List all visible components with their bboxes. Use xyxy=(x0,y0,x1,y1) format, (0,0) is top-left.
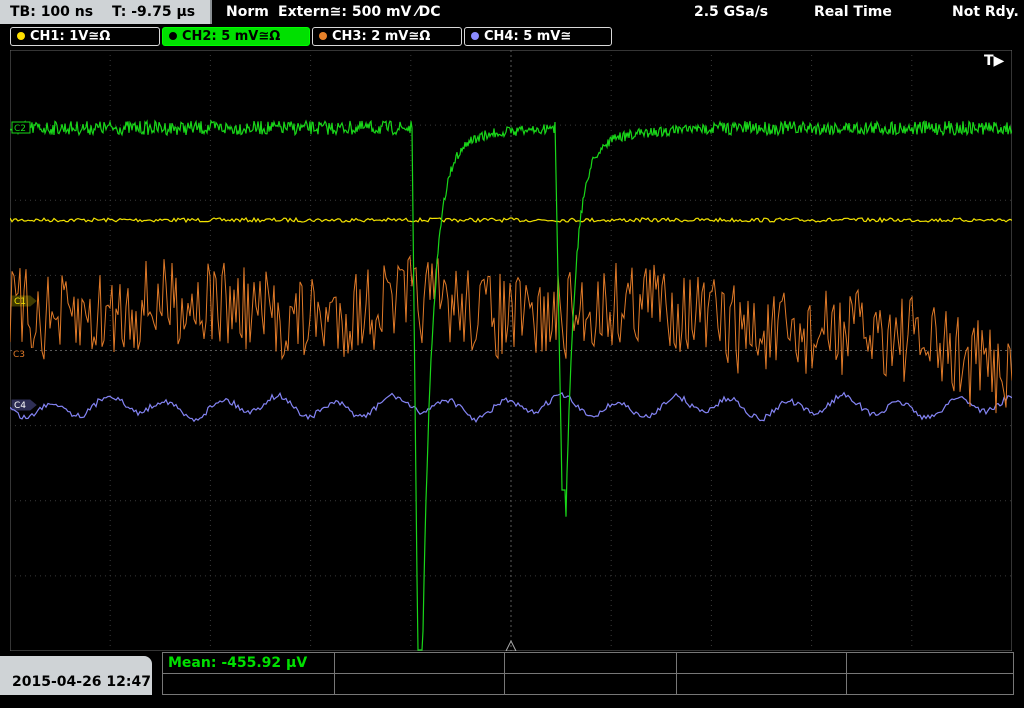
channel-1-label: CH1: 1V≅Ω xyxy=(30,29,111,44)
channel-2-label: CH2: 5 mV≅Ω xyxy=(182,29,281,44)
channel-1-button[interactable]: CH1: 1V≅Ω xyxy=(10,27,160,46)
timebase-value: TB: 100 ns xyxy=(10,4,94,20)
sample-rate: 2.5 GSa/s xyxy=(694,4,769,20)
channel-2-button[interactable]: CH2: 5 mV≅Ω xyxy=(162,27,310,46)
status-bar: TB: 100 ns T: -9.75 µs Norm Extern≅: 500… xyxy=(0,0,1024,25)
measurement-divider xyxy=(334,652,335,695)
channel-row: CH1: 1V≅Ω CH2: 5 mV≅Ω CH3: 2 mV≅Ω CH4: 5… xyxy=(0,25,1024,49)
trigger-mode[interactable]: Norm xyxy=(226,0,269,24)
trigger-source[interactable]: Extern≅: 500 mV ⁄DC xyxy=(278,0,440,24)
channel-4-label: CH4: 5 mV≅ xyxy=(484,29,572,44)
trigger-marker-icon: T▶ xyxy=(984,53,1005,69)
measurement-divider xyxy=(504,652,505,695)
run-status: Not Rdy. xyxy=(952,4,1019,20)
svg-text:C2: C2 xyxy=(14,124,26,134)
channel-4-button[interactable]: CH4: 5 mV≅ xyxy=(464,27,612,46)
trigger-time-value: T: -9.75 µs xyxy=(111,4,196,20)
channel-1-dot-icon xyxy=(17,32,25,40)
channel-2-marker[interactable]: C2 xyxy=(11,121,31,134)
measurement-divider xyxy=(162,673,1014,674)
measurement-mean-value: Mean: -455.92 µV xyxy=(168,655,308,671)
timebase-box[interactable]: TB: 100 ns T: -9.75 µs xyxy=(0,0,212,24)
acquisition-mode: Real Time xyxy=(814,4,892,20)
channel-3-marker[interactable]: C3 xyxy=(12,348,34,360)
measurement-divider xyxy=(676,652,677,695)
channel-3-button[interactable]: CH3: 2 mV≅Ω xyxy=(312,27,462,46)
svg-text:C4: C4 xyxy=(14,401,26,411)
channel-2-dot-icon xyxy=(169,32,177,40)
measurement-divider xyxy=(846,652,847,695)
channel-3-dot-icon xyxy=(319,32,327,40)
svg-text:C1: C1 xyxy=(14,297,26,307)
channel-3-label: CH3: 2 mV≅Ω xyxy=(332,29,431,44)
channel-4-dot-icon xyxy=(471,32,479,40)
datetime-box: 2015-04-26 12:47 xyxy=(0,656,152,695)
waveform-graticule[interactable]: C2 C1 C3 C4 xyxy=(10,50,1012,651)
svg-text:C3: C3 xyxy=(13,350,25,360)
